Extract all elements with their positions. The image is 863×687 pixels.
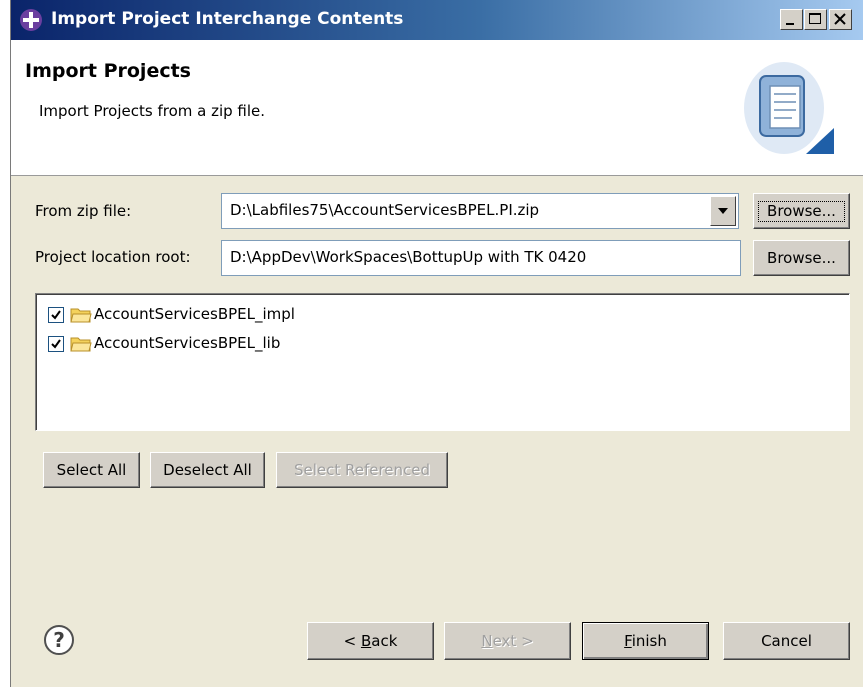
chevron-down-icon <box>718 208 728 214</box>
location-root-value: D:\AppDev\WorkSpaces\BottupUp with TK 04… <box>230 248 587 266</box>
project-name: AccountServicesBPEL_lib <box>94 334 281 352</box>
combo-dropdown-button[interactable] <box>710 196 736 226</box>
finish-button[interactable]: Finish <box>582 622 709 660</box>
close-button[interactable] <box>829 9 852 30</box>
svg-text:?: ? <box>53 628 65 652</box>
zip-file-combo[interactable]: D:\Labfiles75\AccountServicesBPEL.PI.zip <box>221 193 739 229</box>
select-all-button[interactable]: Select All <box>43 452 140 488</box>
cancel-button[interactable]: Cancel <box>723 622 850 660</box>
location-root-input[interactable]: D:\AppDev\WorkSpaces\BottupUp with TK 04… <box>221 240 741 276</box>
minimize-button[interactable] <box>780 9 803 30</box>
browse-root-button[interactable]: Browse... <box>753 240 850 276</box>
eclipse-app-icon <box>20 9 42 31</box>
project-name: AccountServicesBPEL_impl <box>94 305 295 323</box>
window-title: Import Project Interchange Contents <box>51 9 404 29</box>
import-dialog-window: Import Project Interchange Contents Impo… <box>10 0 863 687</box>
minimize-icon <box>786 23 794 25</box>
folder-icon <box>70 337 92 352</box>
maximize-icon <box>809 13 821 24</box>
folder-icon <box>70 308 92 323</box>
project-checkbox[interactable] <box>48 336 64 352</box>
checkmark-icon <box>51 339 61 349</box>
location-root-label: Project location root: <box>35 248 191 266</box>
next-button[interactable]: Next > <box>444 622 571 660</box>
maximize-button[interactable] <box>804 9 827 30</box>
projects-list[interactable]: AccountServicesBPEL_impl AccountServices… <box>35 293 850 431</box>
help-icon[interactable]: ? <box>43 624 75 656</box>
zip-file-value: D:\Labfiles75\AccountServicesBPEL.PI.zip <box>230 201 540 219</box>
page-title: Import Projects <box>25 60 191 82</box>
title-bar[interactable]: Import Project Interchange Contents <box>11 0 863 40</box>
project-checkbox[interactable] <box>48 307 64 323</box>
wizard-header: Import Projects Import Projects from a z… <box>11 40 863 176</box>
page-description: Import Projects from a zip file. <box>39 102 266 120</box>
deselect-all-button[interactable]: Deselect All <box>150 452 265 488</box>
import-wizard-icon <box>744 62 834 154</box>
checkmark-icon <box>51 310 61 320</box>
browse-zip-button[interactable]: Browse... <box>753 193 850 229</box>
close-icon <box>834 13 846 25</box>
zip-file-label: From zip file: <box>35 202 132 220</box>
select-referenced-button[interactable]: Select Referenced <box>276 452 448 488</box>
back-button[interactable]: < Back <box>307 622 434 660</box>
